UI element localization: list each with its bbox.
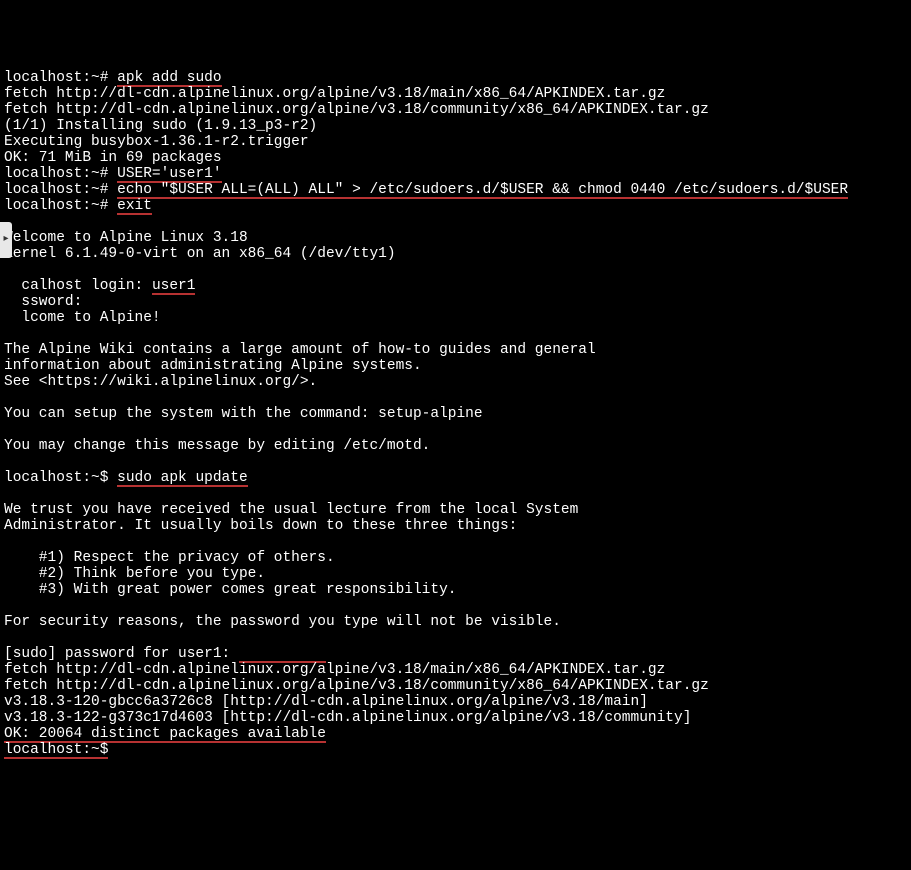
terminal-text: Kernel 6.1.49-0-virt on an x86_64 (/dev/… xyxy=(4,246,396,262)
terminal-line: v3.18.3-122-g373c17d4603 [http://dl-cdn.… xyxy=(4,710,907,726)
terminal-line: OK: 20064 distinct packages available xyxy=(4,726,907,742)
terminal-line: #3) With great power comes great respons… xyxy=(4,582,907,598)
terminal-text: localhost:~# xyxy=(4,198,117,214)
terminal-line: You can setup the system with the comman… xyxy=(4,406,907,422)
terminal-line: Welcome to Alpine Linux 3.18 xyxy=(4,230,907,246)
side-tab-handle[interactable]: ▸ xyxy=(0,222,12,258)
highlighted-command: USER='user1' xyxy=(117,166,221,182)
terminal-line: fetch http://dl-cdn.alpinelinux.org/alpi… xyxy=(4,86,907,102)
terminal-text: For security reasons, the password you t… xyxy=(4,614,561,630)
terminal-text: See <https://wiki.alpinelinux.org/>. xyxy=(4,374,317,390)
terminal-screen[interactable]: localhost:~# apk add sudofetch http://dl… xyxy=(4,70,907,758)
terminal-line: fetch http://dl-cdn.alpinelinux.org/alpi… xyxy=(4,102,907,118)
terminal-line xyxy=(4,486,907,502)
terminal-text: localhost:~# xyxy=(4,70,117,86)
terminal-line: v3.18.3-120-gbcc6a3726c8 [http://dl-cdn.… xyxy=(4,694,907,710)
terminal-line: localhost:~# apk add sudo xyxy=(4,70,907,86)
terminal-text: v3.18.3-120-gbcc6a3726c8 [http://dl-cdn.… xyxy=(4,694,648,710)
terminal-line: #1) Respect the privacy of others. xyxy=(4,550,907,566)
terminal-text: #1) Respect the privacy of others. xyxy=(4,550,335,566)
highlighted-command: exit xyxy=(117,198,152,214)
terminal-line xyxy=(4,214,907,230)
terminal-text: Administrator. It usually boils down to … xyxy=(4,518,517,534)
terminal-text: [sudo] password for user1: xyxy=(4,646,239,662)
terminal-text: calhost login: xyxy=(4,278,152,294)
terminal-line xyxy=(4,598,907,614)
terminal-text: localhost:~$ xyxy=(4,470,117,486)
highlighted-command: sudo apk update xyxy=(117,470,248,486)
terminal-line: (1/1) Installing sudo (1.9.13_p3-r2) xyxy=(4,118,907,134)
highlighted-command: apk add sudo xyxy=(117,70,221,86)
terminal-line: #2) Think before you type. xyxy=(4,566,907,582)
highlighted-command: localhost:~$ xyxy=(4,742,108,758)
terminal-line: Kernel 6.1.49-0-virt on an x86_64 (/dev/… xyxy=(4,246,907,262)
terminal-text: #2) Think before you type. xyxy=(4,566,265,582)
terminal-line: We trust you have received the usual lec… xyxy=(4,502,907,518)
terminal-line xyxy=(4,390,907,406)
terminal-line: [sudo] password for user1: xyxy=(4,646,907,662)
terminal-text: localhost:~# xyxy=(4,182,117,198)
terminal-text: We trust you have received the usual lec… xyxy=(4,502,578,518)
terminal-line: ssword: xyxy=(4,294,907,310)
highlighted-command: echo "$USER ALL=(ALL) ALL" > /etc/sudoer… xyxy=(117,182,848,198)
terminal-text: #3) With great power comes great respons… xyxy=(4,582,456,598)
terminal-text: You may change this message by editing /… xyxy=(4,438,430,454)
terminal-line: For security reasons, the password you t… xyxy=(4,614,907,630)
terminal-text: localhost:~# xyxy=(4,166,117,182)
terminal-line xyxy=(4,422,907,438)
terminal-line: localhost:~$ xyxy=(4,742,907,758)
terminal-line xyxy=(4,454,907,470)
terminal-line xyxy=(4,326,907,342)
terminal-line: localhost:~# exit xyxy=(4,198,907,214)
terminal-line: Administrator. It usually boils down to … xyxy=(4,518,907,534)
terminal-text: OK: 71 MiB in 69 packages xyxy=(4,150,222,166)
highlighted-command: user1 xyxy=(152,278,196,294)
terminal-line: The Alpine Wiki contains a large amount … xyxy=(4,342,907,358)
terminal-text: You can setup the system with the comman… xyxy=(4,406,483,422)
terminal-line xyxy=(4,630,907,646)
terminal-line: You may change this message by editing /… xyxy=(4,438,907,454)
terminal-line xyxy=(4,262,907,278)
terminal-line: localhost:~# USER='user1' xyxy=(4,166,907,182)
terminal-text: fetch http://dl-cdn.alpinelinux.org/alpi… xyxy=(4,86,665,102)
terminal-text: The Alpine Wiki contains a large amount … xyxy=(4,342,596,358)
terminal-line: localhost:~$ sudo apk update xyxy=(4,470,907,486)
terminal-line: See <https://wiki.alpinelinux.org/>. xyxy=(4,374,907,390)
terminal-line: lcome to Alpine! xyxy=(4,310,907,326)
terminal-text: lcome to Alpine! xyxy=(4,310,161,326)
terminal-line: calhost login: user1 xyxy=(4,278,907,294)
terminal-text: (1/1) Installing sudo (1.9.13_p3-r2) xyxy=(4,118,317,134)
terminal-line: information about administrating Alpine … xyxy=(4,358,907,374)
terminal-text: v3.18.3-122-g373c17d4603 [http://dl-cdn.… xyxy=(4,710,691,726)
highlighted-command xyxy=(239,646,326,662)
terminal-text: fetch http://dl-cdn.alpinelinux.org/alpi… xyxy=(4,662,665,678)
terminal-text: information about administrating Alpine … xyxy=(4,358,422,374)
chevron-right-icon: ▸ xyxy=(3,232,8,248)
highlighted-command: OK: 20064 distinct packages available xyxy=(4,726,326,742)
terminal-text: Welcome to Alpine Linux 3.18 xyxy=(4,230,248,246)
terminal-text: ssword: xyxy=(4,294,82,310)
terminal-text: fetch http://dl-cdn.alpinelinux.org/alpi… xyxy=(4,102,709,118)
terminal-line: localhost:~# echo "$USER ALL=(ALL) ALL" … xyxy=(4,182,907,198)
terminal-line: Executing busybox-1.36.1-r2.trigger xyxy=(4,134,907,150)
terminal-line: fetch http://dl-cdn.alpinelinux.org/alpi… xyxy=(4,662,907,678)
terminal-line xyxy=(4,534,907,550)
terminal-text: Executing busybox-1.36.1-r2.trigger xyxy=(4,134,309,150)
terminal-line: OK: 71 MiB in 69 packages xyxy=(4,150,907,166)
